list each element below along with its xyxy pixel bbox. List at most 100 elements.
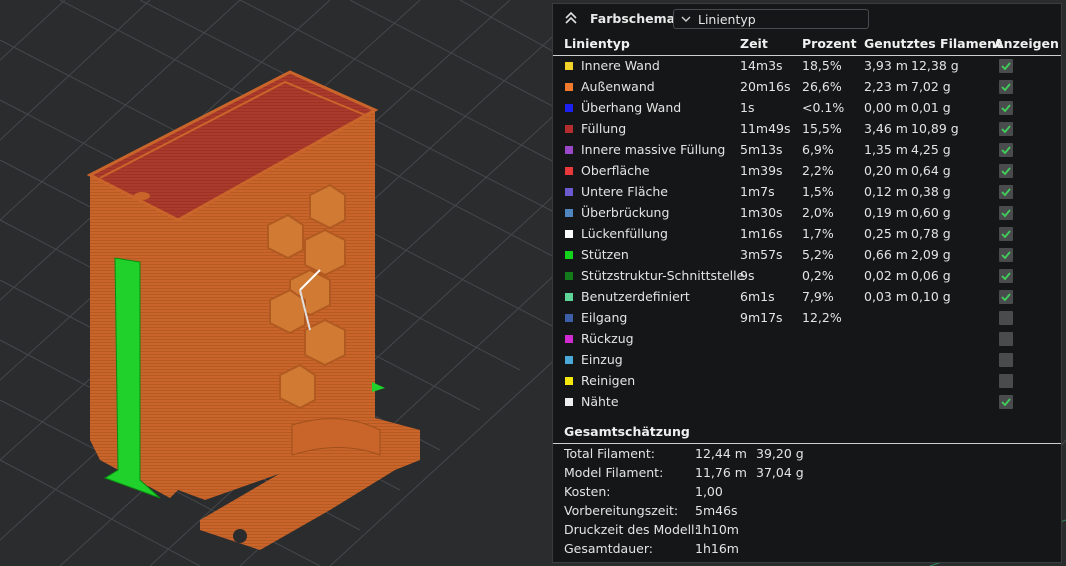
filament-length: 3,46 m bbox=[864, 121, 908, 136]
summary-label: Total Filament: bbox=[564, 446, 655, 461]
color-swatch bbox=[565, 104, 573, 112]
summary-title: Gesamtschätzung bbox=[564, 424, 690, 439]
color-swatch bbox=[565, 146, 573, 154]
column-header-filament: Genutztes Filament bbox=[864, 36, 1002, 51]
linetype-name: Eilgang bbox=[581, 310, 628, 325]
checkmark-icon bbox=[1001, 230, 1011, 239]
legend-header: Farbschema Linientyp bbox=[553, 4, 1061, 34]
legend-row: Oberfläche 1m39s 2,2% 0,20 m 0,64 g bbox=[553, 162, 1061, 183]
checkmark-icon bbox=[1001, 209, 1011, 218]
legend-row: Eilgang 9m17s 12,2% bbox=[553, 309, 1061, 330]
summary-value: 1h10m bbox=[695, 522, 739, 537]
summary-weight: 37,04 g bbox=[756, 465, 804, 480]
summary-value: 12,44 m bbox=[695, 446, 747, 461]
collapse-icon[interactable] bbox=[563, 10, 579, 26]
column-header-linetype: Linientyp bbox=[564, 36, 630, 51]
linetype-name: Reinigen bbox=[581, 373, 636, 388]
legend-row: Rückzug bbox=[553, 330, 1061, 351]
show-checkbox[interactable] bbox=[999, 185, 1013, 199]
legend-row: Stützstruktur-Schnittstelle 9s 0,2% 0,02 m0… bbox=[553, 267, 1061, 288]
legend-row: Innere massive Füllung 5m13s 6,9% 1,35 m 4,2… bbox=[553, 141, 1061, 162]
summary-value: 1h16m bbox=[695, 541, 739, 556]
filament-length: 0,02 m bbox=[864, 268, 908, 283]
filament-weight: 4,25 g bbox=[911, 142, 951, 157]
color-swatch bbox=[565, 230, 573, 238]
filament-weight: 0,10 g bbox=[911, 289, 951, 304]
legend-row: Einzug bbox=[553, 351, 1061, 372]
summary-value: 1,00 bbox=[695, 484, 723, 499]
show-checkbox[interactable] bbox=[999, 395, 1013, 409]
filament-length: 1,35 m bbox=[864, 142, 908, 157]
linetype-name: Lückenfüllung bbox=[581, 226, 668, 241]
show-checkbox[interactable] bbox=[999, 80, 1013, 94]
legend-row: Innere Wand 14m3s 18,5% 3,93 m 12,38 g bbox=[553, 57, 1061, 78]
filament-weight: 10,89 g bbox=[911, 121, 959, 136]
color-swatch bbox=[565, 356, 573, 364]
show-checkbox[interactable] bbox=[999, 353, 1013, 367]
show-checkbox[interactable] bbox=[999, 269, 1013, 283]
linetype-time: 1m39s bbox=[740, 163, 783, 178]
linetype-time: 1s bbox=[740, 100, 755, 115]
summary-value: 11,76 m bbox=[695, 465, 747, 480]
summary-weight: 39,20 g bbox=[756, 446, 804, 461]
filament-weight: 0,06 g bbox=[911, 268, 951, 283]
summary-row: Vorbereitungszeit: 5m46s bbox=[553, 503, 1061, 522]
color-swatch bbox=[565, 188, 573, 196]
show-checkbox[interactable] bbox=[999, 227, 1013, 241]
filament-weight: 0,64 g bbox=[911, 163, 951, 178]
checkmark-icon bbox=[1001, 272, 1011, 281]
column-header-time: Zeit bbox=[740, 36, 768, 51]
color-swatch bbox=[565, 377, 573, 385]
summary-label: Kosten: bbox=[564, 484, 611, 499]
show-checkbox[interactable] bbox=[999, 374, 1013, 388]
show-checkbox[interactable] bbox=[999, 290, 1013, 304]
legend-column-headers: Linientyp Zeit Prozent Genutztes Filamen… bbox=[553, 35, 1061, 56]
show-checkbox[interactable] bbox=[999, 59, 1013, 73]
linetype-time: 1m16s bbox=[740, 226, 783, 241]
linetype-time: 14m3s bbox=[740, 58, 783, 73]
linetype-time: 5m13s bbox=[740, 142, 783, 157]
linetype-name: Nähte bbox=[581, 394, 619, 409]
legend-row: Nähte bbox=[553, 393, 1061, 414]
color-scheme-dropdown[interactable]: Linientyp bbox=[673, 9, 869, 29]
filament-length: 3,93 m bbox=[864, 58, 908, 73]
color-swatch bbox=[565, 293, 573, 301]
legend-row: Benutzerdefiniert 6m1s 7,9% 0,03 m 0,10 g bbox=[553, 288, 1061, 309]
show-checkbox[interactable] bbox=[999, 143, 1013, 157]
filament-length: 0,03 m bbox=[864, 289, 908, 304]
linetype-name: Untere Fläche bbox=[581, 184, 668, 199]
color-scheme-title: Farbschema bbox=[590, 11, 676, 26]
linetype-percent: 18,5% bbox=[802, 58, 842, 73]
linetype-name: Überhang Wand bbox=[581, 100, 682, 115]
filament-length: 0,25 m bbox=[864, 226, 908, 241]
linetype-name: Rückzug bbox=[581, 331, 634, 346]
linetype-percent: 26,6% bbox=[802, 79, 842, 94]
linetype-time: 6m1s bbox=[740, 289, 775, 304]
show-checkbox[interactable] bbox=[999, 164, 1013, 178]
linetype-time: 11m49s bbox=[740, 121, 791, 136]
linetype-name: Innere Wand bbox=[581, 58, 660, 73]
linetype-name: Benutzerdefiniert bbox=[581, 289, 690, 304]
linetype-percent: 1,7% bbox=[802, 226, 834, 241]
linetype-time: 3m57s bbox=[740, 247, 783, 262]
linetype-percent: 0,2% bbox=[802, 268, 834, 283]
linetype-percent: 6,9% bbox=[802, 142, 834, 157]
show-checkbox[interactable] bbox=[999, 101, 1013, 115]
show-checkbox[interactable] bbox=[999, 206, 1013, 220]
linetype-name: Stützstruktur-Schnittstelle bbox=[581, 268, 745, 283]
linetype-name: Außenwand bbox=[581, 79, 655, 94]
show-checkbox[interactable] bbox=[999, 122, 1013, 136]
show-checkbox[interactable] bbox=[999, 311, 1013, 325]
color-swatch bbox=[565, 314, 573, 322]
show-checkbox[interactable] bbox=[999, 332, 1013, 346]
linetype-time: 1m7s bbox=[740, 184, 775, 199]
show-checkbox[interactable] bbox=[999, 248, 1013, 262]
checkmark-icon bbox=[1001, 83, 1011, 92]
summary-label: Gesamtdauer: bbox=[564, 541, 653, 556]
checkmark-icon bbox=[1001, 398, 1011, 407]
linetype-time: 20m16s bbox=[740, 79, 791, 94]
linetype-name: Überbrückung bbox=[581, 205, 670, 220]
checkmark-icon bbox=[1001, 251, 1011, 260]
checkmark-icon bbox=[1001, 146, 1011, 155]
filament-length: 0,19 m bbox=[864, 205, 908, 220]
